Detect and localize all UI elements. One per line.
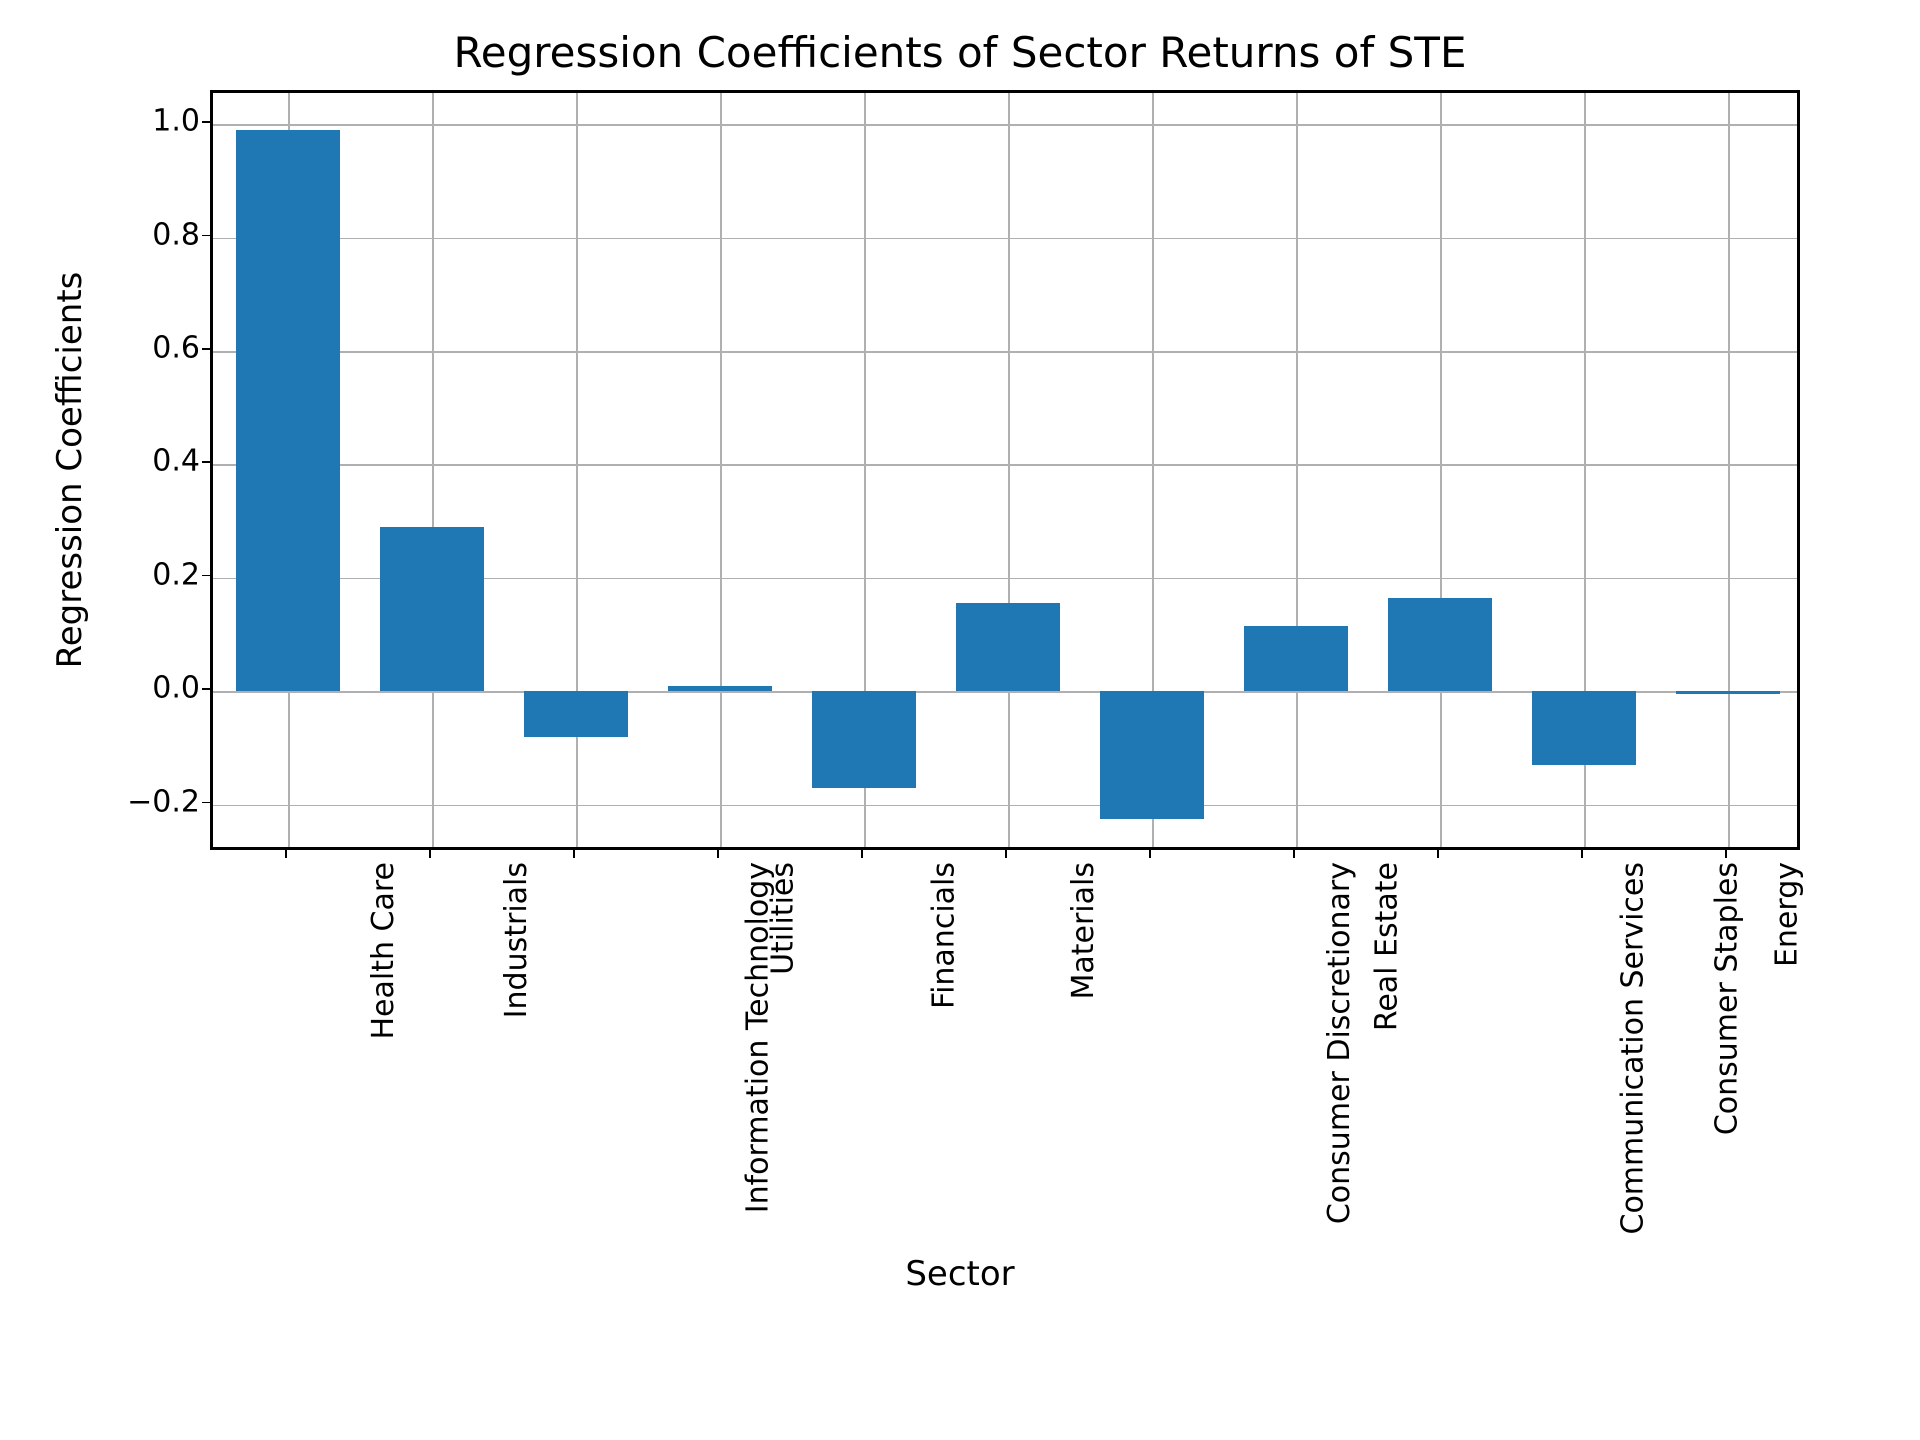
ytick-mark	[202, 121, 210, 123]
xtick-label: Real Estate	[1370, 862, 1405, 1031]
xtick-mark	[1437, 850, 1439, 858]
ytick-label: 0.4	[80, 444, 200, 479]
xtick-mark	[285, 850, 287, 858]
chart-container: Regression Coefficients of Sector Return…	[0, 0, 1920, 1440]
xtick-mark	[429, 850, 431, 858]
xtick-mark	[1005, 850, 1007, 858]
bar	[380, 527, 484, 691]
ytick-label: 0.0	[80, 671, 200, 706]
xtick-mark	[717, 850, 719, 858]
bar	[812, 691, 916, 787]
bar	[1676, 691, 1780, 694]
xtick-label: Financials	[927, 862, 962, 1009]
gridline-v	[1008, 93, 1010, 847]
ytick-label: 1.0	[80, 104, 200, 139]
bar	[1532, 691, 1636, 765]
gridline-h	[213, 124, 1797, 126]
bar	[1244, 626, 1348, 691]
xtick-label: Consumer Staples	[1710, 862, 1745, 1135]
bar	[1100, 691, 1204, 819]
ytick-label: 0.6	[80, 331, 200, 366]
ytick-mark	[202, 235, 210, 237]
chart-title: Regression Coefficients of Sector Return…	[0, 28, 1920, 77]
gridline-v	[1440, 93, 1442, 847]
xtick-mark	[573, 850, 575, 858]
gridline-h	[213, 351, 1797, 353]
ytick-mark	[202, 688, 210, 690]
gridline-h	[213, 464, 1797, 466]
xtick-mark	[1149, 850, 1151, 858]
xtick-label: Industrials	[499, 862, 534, 1018]
ytick-label: 0.8	[80, 217, 200, 252]
plot-area	[210, 90, 1800, 850]
ytick-mark	[202, 348, 210, 350]
xtick-label: Communication Services	[1615, 862, 1650, 1235]
ytick-mark	[202, 461, 210, 463]
bar	[524, 691, 628, 736]
gridline-v	[720, 93, 722, 847]
xtick-mark	[1581, 850, 1583, 858]
xtick-label: Materials	[1066, 862, 1101, 1000]
x-axis-label: Sector	[0, 1254, 1920, 1294]
gridline-v	[1296, 93, 1298, 847]
gridline-v	[1728, 93, 1730, 847]
xtick-label: Consumer Discretionary	[1322, 862, 1357, 1224]
bar	[236, 130, 340, 691]
xtick-mark	[861, 850, 863, 858]
ytick-label: 0.2	[80, 557, 200, 592]
ytick-mark	[202, 575, 210, 577]
gridline-h	[213, 238, 1797, 240]
xtick-label: Health Care	[366, 862, 401, 1040]
xtick-mark	[1725, 850, 1727, 858]
bar	[668, 686, 772, 692]
bar	[1388, 598, 1492, 692]
ytick-mark	[202, 802, 210, 804]
ytick-label: −0.2	[80, 784, 200, 819]
gridline-v	[432, 93, 434, 847]
xtick-label: Energy	[1770, 862, 1805, 967]
bar	[956, 603, 1060, 691]
gridline-h	[213, 805, 1797, 807]
xtick-label: Utilities	[765, 862, 800, 975]
xtick-mark	[1293, 850, 1295, 858]
